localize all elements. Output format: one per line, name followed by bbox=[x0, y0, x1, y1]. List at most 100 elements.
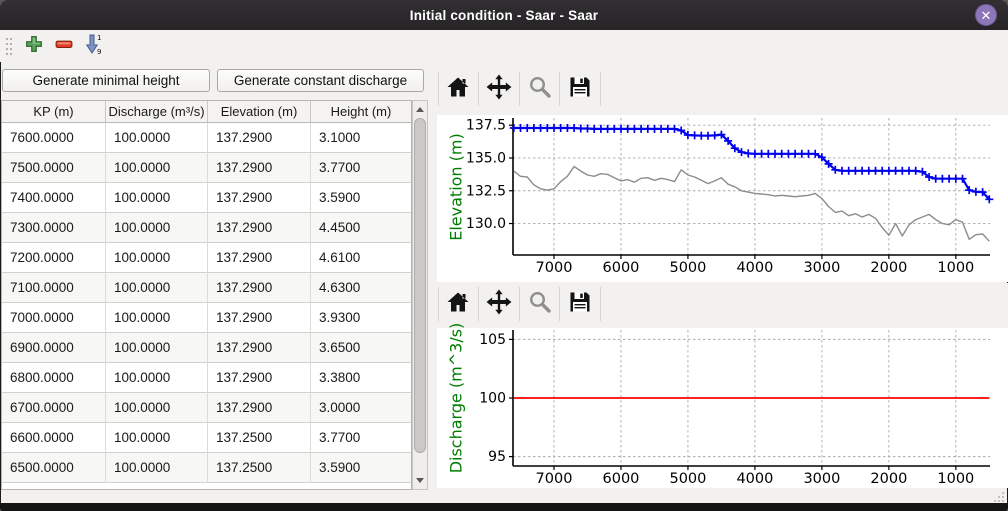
sort-down-1-9-icon: 1 9 bbox=[84, 33, 104, 60]
table-cell[interactable]: 100.0000 bbox=[106, 333, 208, 363]
table-row[interactable]: 7100.0000100.0000137.29004.6300 bbox=[2, 273, 411, 303]
table-cell[interactable]: 100.0000 bbox=[106, 393, 208, 423]
table-cell[interactable]: 137.2900 bbox=[208, 183, 311, 213]
svg-text:1: 1 bbox=[97, 34, 101, 42]
sort-rows-button[interactable]: 1 9 bbox=[82, 34, 106, 58]
table-cell[interactable]: 3.0000 bbox=[311, 393, 411, 423]
table-cell[interactable]: 7300.0000 bbox=[2, 213, 106, 243]
table-cell[interactable]: 3.1000 bbox=[311, 123, 411, 153]
table-cell[interactable]: 100.0000 bbox=[106, 453, 208, 483]
table-cell[interactable]: 3.9300 bbox=[311, 303, 411, 333]
svg-text:3000: 3000 bbox=[803, 471, 840, 487]
table-cell[interactable]: 3.6500 bbox=[311, 333, 411, 363]
zoom-button[interactable] bbox=[525, 289, 555, 319]
table-cell[interactable]: 4.6100 bbox=[311, 243, 411, 273]
table-cell[interactable]: 100.0000 bbox=[106, 303, 208, 333]
table-scrollbar[interactable] bbox=[412, 100, 428, 490]
table-cell[interactable]: 7600.0000 bbox=[2, 123, 106, 153]
table-cell[interactable]: 6700.0000 bbox=[2, 393, 106, 423]
save-button[interactable] bbox=[565, 289, 595, 319]
table-cell[interactable]: 7400.0000 bbox=[2, 183, 106, 213]
table-cell[interactable]: 3.5900 bbox=[311, 453, 411, 483]
table-cell[interactable]: 7200.0000 bbox=[2, 243, 106, 273]
table-cell[interactable]: 137.2900 bbox=[208, 333, 311, 363]
table-cell[interactable]: 6600.0000 bbox=[2, 423, 106, 453]
table-row[interactable]: 7300.0000100.0000137.29004.4500 bbox=[2, 213, 411, 243]
table-cell[interactable]: 137.2900 bbox=[208, 213, 311, 243]
save-button[interactable] bbox=[565, 74, 595, 104]
discharge-plot-toolbar bbox=[437, 283, 1008, 328]
svg-text:1000: 1000 bbox=[937, 471, 974, 487]
table-cell[interactable]: 3.7700 bbox=[311, 423, 411, 453]
table-cell[interactable]: 137.2500 bbox=[208, 453, 311, 483]
table-cell[interactable]: 7100.0000 bbox=[2, 273, 106, 303]
svg-text:6000: 6000 bbox=[603, 471, 640, 487]
table-cell[interactable]: 6500.0000 bbox=[2, 453, 106, 483]
table-cell[interactable]: 137.2900 bbox=[208, 303, 311, 333]
pan-button[interactable] bbox=[484, 289, 514, 319]
pan-button[interactable] bbox=[484, 74, 514, 104]
table-cell[interactable]: 137.2900 bbox=[208, 363, 311, 393]
table-cell[interactable]: 3.7700 bbox=[311, 153, 411, 183]
table-cell[interactable]: 6900.0000 bbox=[2, 333, 106, 363]
table-cell[interactable]: 137.2900 bbox=[208, 123, 311, 153]
svg-text:4000: 4000 bbox=[736, 471, 773, 487]
svg-text:2000: 2000 bbox=[870, 260, 907, 276]
table-cell[interactable]: 100.0000 bbox=[106, 183, 208, 213]
home-button[interactable] bbox=[443, 74, 473, 104]
table-cell[interactable]: 100.0000 bbox=[106, 363, 208, 393]
scroll-down-button[interactable] bbox=[413, 473, 427, 488]
table-cell[interactable]: 7000.0000 bbox=[2, 303, 106, 333]
table-row[interactable]: 7600.0000100.0000137.29003.1000 bbox=[2, 123, 411, 153]
table-row[interactable]: 6500.0000100.0000137.25003.5900 bbox=[2, 453, 411, 483]
table-cell[interactable]: 100.0000 bbox=[106, 213, 208, 243]
column-header-kp[interactable]: KP (m) bbox=[2, 101, 106, 123]
table-cell[interactable]: 6800.0000 bbox=[2, 363, 106, 393]
remove-row-button[interactable] bbox=[52, 34, 76, 58]
table-row[interactable]: 7000.0000100.0000137.29003.9300 bbox=[2, 303, 411, 333]
toolbar-drag-handle-icon[interactable] bbox=[5, 36, 13, 63]
elevation-chart[interactable]: 7000600050004000300020001000130.0132.513… bbox=[437, 115, 1008, 282]
table-row[interactable]: 7200.0000100.0000137.29004.6100 bbox=[2, 243, 411, 273]
table-cell[interactable]: 100.0000 bbox=[106, 123, 208, 153]
table-cell[interactable]: 100.0000 bbox=[106, 423, 208, 453]
discharge-figure: 700060005000400030002000100095100105 bbox=[437, 328, 1008, 488]
generate-constant-discharge-button[interactable]: Generate constant discharge bbox=[217, 69, 424, 92]
close-icon: ✕ bbox=[981, 9, 992, 22]
table-cell[interactable]: 100.0000 bbox=[106, 273, 208, 303]
table-cell[interactable]: 137.2500 bbox=[208, 423, 311, 453]
table-cell[interactable]: 100.0000 bbox=[106, 243, 208, 273]
table-row[interactable]: 7500.0000100.0000137.29003.7700 bbox=[2, 153, 411, 183]
add-row-button[interactable] bbox=[22, 34, 46, 58]
table-row[interactable]: 6900.0000100.0000137.29003.6500 bbox=[2, 333, 411, 363]
table-body: 7600.0000100.0000137.29003.10007500.0000… bbox=[2, 123, 411, 483]
scrollbar-thumb[interactable] bbox=[414, 118, 426, 453]
table-cell[interactable]: 137.2900 bbox=[208, 273, 311, 303]
save-floppy-icon bbox=[568, 75, 592, 104]
table-cell[interactable]: 4.4500 bbox=[311, 213, 411, 243]
table-cell[interactable]: 3.3800 bbox=[311, 363, 411, 393]
generate-minimal-height-button[interactable]: Generate minimal height bbox=[2, 69, 210, 92]
table-cell[interactable]: 100.0000 bbox=[106, 153, 208, 183]
table-cell[interactable]: 3.5900 bbox=[311, 183, 411, 213]
window: Initial condition - Saar - Saar ✕ bbox=[0, 0, 1008, 511]
table-row[interactable]: 6600.0000100.0000137.25003.7700 bbox=[2, 423, 411, 453]
column-header-elevation[interactable]: Elevation (m) bbox=[208, 101, 311, 123]
table-cell[interactable]: 7500.0000 bbox=[2, 153, 106, 183]
table-row[interactable]: 6800.0000100.0000137.29003.3800 bbox=[2, 363, 411, 393]
titlebar[interactable]: Initial condition - Saar - Saar ✕ bbox=[0, 0, 1008, 30]
zoom-button[interactable] bbox=[525, 74, 555, 104]
table-row[interactable]: 6700.0000100.0000137.29003.0000 bbox=[2, 393, 411, 423]
close-button[interactable]: ✕ bbox=[975, 4, 997, 26]
table-cell[interactable]: 4.6300 bbox=[311, 273, 411, 303]
discharge-chart[interactable]: 700060005000400030002000100095100105 bbox=[437, 328, 1008, 488]
svg-text:6000: 6000 bbox=[603, 260, 640, 276]
home-button[interactable] bbox=[443, 289, 473, 319]
column-header-discharge[interactable]: Discharge (m³/s) bbox=[106, 101, 208, 123]
scroll-up-button[interactable] bbox=[413, 102, 427, 117]
column-header-height[interactable]: Height (m) bbox=[311, 101, 411, 123]
table-row[interactable]: 7400.0000100.0000137.29003.5900 bbox=[2, 183, 411, 213]
table-cell[interactable]: 137.2900 bbox=[208, 243, 311, 273]
table-cell[interactable]: 137.2900 bbox=[208, 153, 311, 183]
table-cell[interactable]: 137.2900 bbox=[208, 393, 311, 423]
